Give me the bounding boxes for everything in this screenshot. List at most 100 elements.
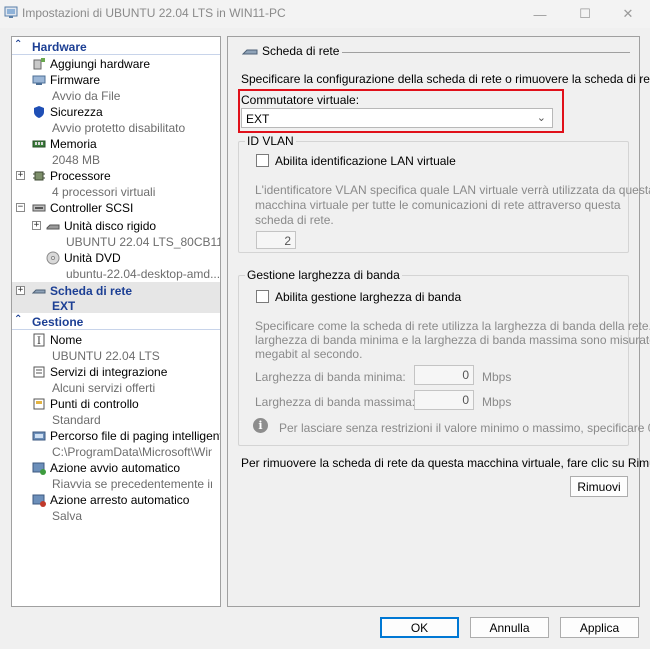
minimize-button[interactable]: —	[518, 0, 562, 28]
firmware-icon	[32, 75, 46, 85]
minimize-icon: —	[533, 6, 547, 22]
tree-item-scsi-controller[interactable]: − Controller SCSI	[12, 200, 220, 216]
tree-item-firmware[interactable]: Firmware	[12, 72, 220, 88]
expand-plus-icon[interactable]: +	[16, 171, 25, 180]
expand-plus-icon[interactable]: +	[32, 221, 41, 230]
tree-item-subtitle: Riavvia se precedentemente in e...	[52, 477, 212, 491]
panel-title: Scheda di rete	[262, 44, 340, 58]
bandwidth-desc-line: Specificare come la scheda di rete utili…	[255, 319, 650, 333]
tree-item-subtitle: Avvio protetto disabilitato	[52, 121, 186, 135]
ok-button[interactable]: OK	[380, 617, 459, 638]
processor-icon	[33, 171, 45, 181]
tree-item-memory[interactable]: Memoria	[12, 136, 220, 152]
info-icon: i	[253, 418, 268, 433]
tree-item-dvd[interactable]: Unità DVD	[12, 250, 220, 266]
hyper-v-settings-icon	[4, 6, 18, 18]
close-icon: ✕	[622, 6, 634, 21]
cancel-button[interactable]: Annulla	[470, 617, 549, 638]
tree-item-subtitle: 4 processori virtuali	[52, 185, 156, 199]
network-adapter-panel: Scheda di rete Specificare la configuraz…	[227, 36, 650, 607]
vlan-desc-line: scheda di rete.	[255, 213, 334, 227]
bandwidth-legend: Gestione larghezza di banda	[245, 268, 402, 282]
expand-plus-icon[interactable]: +	[16, 286, 25, 295]
panel-header: Scheda di rete	[242, 44, 339, 58]
tree-item-name[interactable]: I Nome	[12, 332, 220, 348]
scsi-controller-icon	[32, 204, 46, 212]
tree-item-label: Punti di controllo	[50, 397, 139, 411]
tree-item-label: Sicurezza	[50, 105, 103, 119]
virtual-switch-value: EXT	[246, 112, 270, 126]
tree-item-subtitle: Alcuni servizi offerti	[52, 381, 156, 395]
name-icon: I	[33, 333, 45, 347]
auto-start-icon	[32, 462, 46, 475]
bandwidth-info-text: Per lasciare senza restrizioni il valore…	[279, 421, 650, 435]
tree-item-subtitle: Standard	[52, 413, 101, 427]
vlan-enable-label: Abilita identificazione LAN virtuale	[275, 154, 456, 168]
tree-section-hardware[interactable]: ⌃ Hardware	[12, 39, 220, 55]
vlan-id-input[interactable]: 2	[256, 231, 296, 249]
settings-tree: ⌃ Hardware Aggiungi hardware Firmware Av…	[11, 36, 221, 607]
virtual-switch-select[interactable]: EXT ⌄	[241, 108, 553, 128]
bandwidth-desc-line: megabit al secondo.	[255, 347, 363, 361]
tree-section-management[interactable]: ⌃ Gestione	[12, 314, 220, 330]
tree-item-processor[interactable]: + Processore	[12, 168, 220, 184]
remove-instructions: Per rimuovere la scheda di rete da quest…	[241, 456, 650, 470]
tree-item-security[interactable]: Sicurezza	[12, 104, 220, 120]
add-hardware-icon	[33, 58, 45, 70]
maximize-button[interactable]: ☐	[563, 0, 607, 28]
tree-item-hard-disk[interactable]: + Unità disco rigido	[12, 218, 220, 234]
tree-item-label: Unità DVD	[64, 251, 121, 265]
max-bandwidth-label: Larghezza di banda massima:	[255, 395, 416, 409]
collapse-chevron-icon: ⌃	[14, 314, 23, 325]
panel-intro-text: Specificare la configurazione della sche…	[241, 72, 650, 86]
title-bar: Impostazioni di UBUNTU 22.04 LTS in WIN1…	[0, 0, 650, 28]
vlan-enable-checkbox[interactable]	[256, 154, 269, 167]
tree-item-label: Firmware	[50, 73, 100, 87]
tree-section-label: Hardware	[32, 40, 87, 54]
tree-item-subtitle: C:\ProgramData\Microsoft\Win...	[52, 445, 212, 459]
apply-button[interactable]: Applica	[560, 617, 639, 638]
window-title: Impostazioni di UBUNTU 22.04 LTS in WIN1…	[22, 6, 286, 20]
dvd-icon	[46, 251, 60, 265]
min-bandwidth-input[interactable]: 0	[414, 365, 474, 385]
bandwidth-desc-line: larghezza di banda minima e la larghezza…	[255, 333, 650, 347]
tree-item-label: Azione avvio automatico	[50, 461, 181, 475]
tree-item-subtitle: UBUNTU 22.04 LTS_80CB11...	[66, 235, 221, 249]
panel-title-divider	[342, 52, 630, 53]
tree-item-label: Unità disco rigido	[64, 219, 157, 233]
tree-item-label: Memoria	[50, 137, 97, 151]
tree-item-subtitle: ubuntu-22.04-desktop-amd...	[66, 267, 221, 281]
tree-item-label: Azione arresto automatico	[50, 493, 190, 507]
tree-item-label: Servizi di integrazione	[50, 365, 168, 379]
hard-disk-icon	[46, 224, 60, 230]
tree-item-subtitle: Salva	[52, 509, 83, 523]
tree-item-auto-stop[interactable]: Azione arresto automatico	[12, 492, 220, 508]
tree-item-network-adapter[interactable]: + Scheda di rete EXT	[12, 282, 220, 313]
memory-icon	[32, 140, 46, 148]
vlan-desc-line: macchina virtuale per tutte le comunicaz…	[255, 198, 621, 212]
auto-stop-icon	[32, 494, 46, 507]
tree-item-integration-services[interactable]: Servizi di integrazione	[12, 364, 220, 380]
min-bandwidth-unit: Mbps	[482, 370, 512, 384]
collapse-minus-icon[interactable]: −	[16, 203, 25, 212]
tree-item-paging-file[interactable]: Percorso file di paging intelligente	[12, 428, 220, 444]
tree-item-label: Controller SCSI	[50, 201, 134, 215]
close-button[interactable]: ✕	[606, 0, 650, 28]
network-adapter-icon	[32, 289, 46, 294]
shield-icon	[34, 106, 44, 118]
tree-item-add-hardware[interactable]: Aggiungi hardware	[12, 56, 220, 72]
bandwidth-groupbox: Gestione larghezza di banda Abilita gest…	[238, 268, 650, 446]
tree-item-label: Percorso file di paging intelligente	[50, 429, 221, 443]
tree-item-checkpoints[interactable]: Punti di controllo	[12, 396, 220, 412]
vlan-desc-line: L'identificatore VLAN specifica quale LA…	[255, 183, 650, 197]
max-bandwidth-input[interactable]: 0	[414, 390, 474, 410]
tree-item-subtitle: 2048 MB	[52, 153, 101, 167]
tree-item-label: Aggiungi hardware	[50, 57, 151, 71]
bandwidth-enable-checkbox[interactable]	[256, 290, 269, 303]
virtual-switch-label: Commutatore virtuale:	[241, 93, 360, 107]
tree-item-auto-start[interactable]: Azione avvio automatico	[12, 460, 220, 476]
network-adapter-icon	[242, 49, 258, 55]
tree-item-subtitle: Avvio da File	[52, 89, 121, 103]
tree-item-label: Nome	[50, 333, 83, 347]
remove-button[interactable]: Rimuovi	[570, 476, 628, 497]
